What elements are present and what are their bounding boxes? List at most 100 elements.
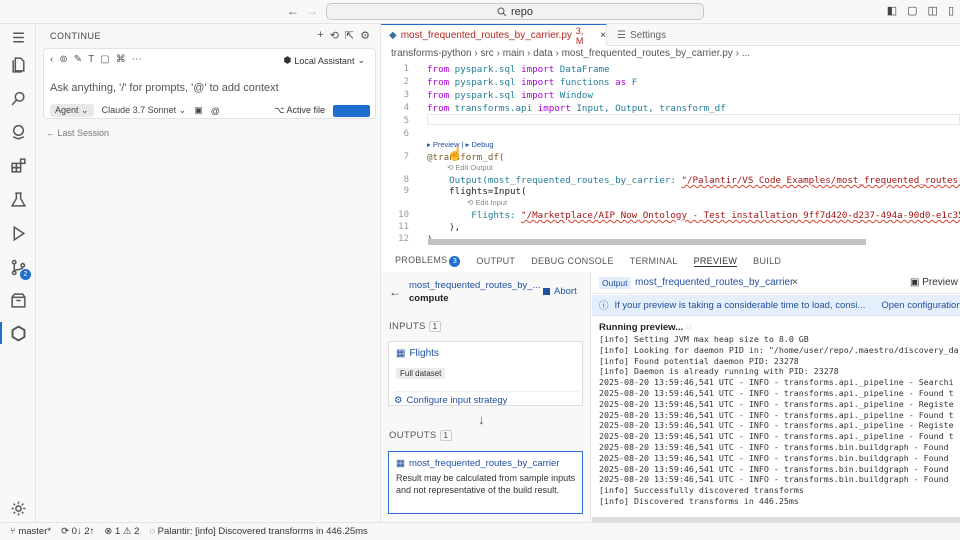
toggle-sidebar-icon[interactable]: ◧ xyxy=(887,4,897,17)
last-session-link[interactable]: ← Last Session xyxy=(46,128,109,138)
horizontal-scrollbar[interactable] xyxy=(428,239,866,245)
chat-input-box[interactable]: ‹ ⊚ ✎ T ▢ ⌘ ⋯ ⬢ Local Assistant ⌄ Ask an… xyxy=(43,48,376,119)
back-arrow-icon[interactable]: ← xyxy=(389,285,401,299)
sync-status[interactable]: ⟳ 0↓ 2↑ xyxy=(61,526,94,537)
mention-icon[interactable]: @ xyxy=(211,106,220,116)
tab-preview[interactable]: PREVIEW xyxy=(693,256,738,267)
agent-mode-selector[interactable]: Agent ⌄ xyxy=(50,104,94,117)
active-file-toggle[interactable]: ⌥ Active file xyxy=(274,105,325,116)
log-line: 2025-08-20 13:59:46,541 UTC - INFO - tra… xyxy=(599,452,949,463)
log-line: [info] Setting JVM max heap size to 8.0 … xyxy=(599,334,809,344)
run-debug-icon[interactable] xyxy=(7,222,29,244)
tab-debug-console[interactable]: DEBUG CONSOLE xyxy=(531,256,613,266)
more-icon[interactable]: ⋯ xyxy=(132,54,142,65)
panel-tab-bar: PROBLEMS 3 OUTPUT DEBUG CONSOLE TERMINAL … xyxy=(381,252,960,270)
forward-arrow-icon[interactable]: → xyxy=(305,4,319,18)
continue-icon[interactable] xyxy=(7,322,29,344)
mouse-cursor-icon: ☝ xyxy=(447,146,464,161)
configure-input-strategy-button[interactable]: ⚙ Configure input strategy xyxy=(394,391,579,406)
table-icon: ▦ xyxy=(396,348,406,359)
text-icon[interactable]: T xyxy=(88,54,94,65)
customize-layout-icon[interactable]: ▯ xyxy=(948,4,954,17)
log-line: 2025-08-20 13:59:46,541 UTC - INFO - tra… xyxy=(599,387,954,398)
active-indicator xyxy=(0,322,2,344)
tab-problems[interactable]: PROBLEMS 3 xyxy=(395,255,461,267)
source-control-icon[interactable]: 2 xyxy=(7,256,31,280)
files-icon[interactable] xyxy=(7,53,29,75)
current-line-highlight xyxy=(427,114,960,125)
input-dataset-name: Flights xyxy=(409,348,439,359)
preview-tab-bar: Output most_frequented_routes_by_carrier… xyxy=(592,272,960,294)
code-line-3: from pyspark.sql import Window xyxy=(427,90,593,101)
menu-icon[interactable] xyxy=(7,26,29,48)
tab-most-frequented-routes[interactable]: ◆ most_frequented_routes_by_carrier.py 3… xyxy=(381,24,607,46)
code-line-10: Flights: "/Marketplace/AIP Now Ontology … xyxy=(427,210,960,221)
log-line: 2025-08-20 13:59:46,541 UTC - INFO - tra… xyxy=(599,441,949,452)
new-session-icon[interactable]: + xyxy=(317,29,323,42)
problems-status[interactable]: ⊗ 1 ⚠ 2 xyxy=(104,526,139,537)
log-line: 2025-08-20 13:59:46,541 UTC - INFO - tra… xyxy=(599,377,954,388)
history-icon[interactable]: ⟲ xyxy=(330,29,339,42)
assistant-selector[interactable]: ⬢ Local Assistant ⌄ xyxy=(284,55,365,66)
preview-tab-name[interactable]: most_frequented_routes_by_carrier xyxy=(635,277,793,288)
code-icon[interactable]: ⌘ xyxy=(116,54,126,65)
pencil-icon[interactable]: ✎ xyxy=(74,54,82,65)
extensions-icon[interactable] xyxy=(7,154,29,176)
toggle-secondary-icon[interactable]: ◫ xyxy=(928,4,938,17)
code-line-2: from pyspark.sql import functions as F xyxy=(427,77,638,88)
abort-button[interactable]: Abort xyxy=(543,286,577,297)
table-icon: ▦ xyxy=(396,458,405,469)
chat-icon[interactable]: ▢ xyxy=(100,54,109,65)
codelens-edit-output[interactable]: ⟲ Edit Output xyxy=(447,163,493,172)
line-number: 3 xyxy=(403,90,409,100)
input-dataset-link[interactable]: ▦ Flights xyxy=(396,348,439,359)
preview-button[interactable]: ▣ Preview xyxy=(910,277,958,288)
tab-settings[interactable]: ☰ Settings xyxy=(611,24,666,46)
send-button[interactable] xyxy=(333,104,370,117)
code-editor[interactable]: 1 from pyspark.sql import DataFrame 2 fr… xyxy=(381,62,960,246)
output-dataset-link[interactable]: ▦ most_frequented_routes_by_carrier xyxy=(396,458,560,469)
package-icon[interactable] xyxy=(7,289,29,311)
tab-output[interactable]: OUTPUT xyxy=(476,256,515,266)
collapse-icon[interactable]: ‹ xyxy=(50,54,53,65)
search-icon[interactable] xyxy=(7,87,29,109)
tab-build[interactable]: BUILD xyxy=(753,256,781,266)
log-line: 2025-08-20 13:59:46,541 UTC - INFO - tra… xyxy=(599,420,954,431)
open-external-icon[interactable]: ⇱ xyxy=(345,29,354,42)
at-icon[interactable]: ⊚ xyxy=(59,54,67,65)
tab-terminal[interactable]: TERMINAL xyxy=(630,256,678,266)
log-line: 2025-08-20 13:59:46,541 UTC - INFO - tra… xyxy=(599,398,954,409)
settings-gear-icon[interactable] xyxy=(7,497,29,519)
build-job-name[interactable]: most_frequented_routes_by_... xyxy=(409,280,541,291)
back-arrow-icon[interactable]: ← xyxy=(286,4,300,18)
open-configuration-link[interactable]: Open configuration di xyxy=(881,300,960,311)
gear-icon[interactable]: ⚙ xyxy=(360,29,370,42)
flask-icon[interactable] xyxy=(7,188,29,210)
gear-icon: ⚙ xyxy=(394,395,403,406)
toggle-panel-icon[interactable]: ▢ xyxy=(907,4,917,17)
chevron-down-icon: ⌄ xyxy=(357,55,365,65)
line-number: 2 xyxy=(403,77,409,87)
chat-input-placeholder[interactable]: Ask anything, '/' for prompts, '@' to ad… xyxy=(50,82,279,94)
problems-count-badge: 3 xyxy=(449,256,461,267)
log-line: 2025-08-20 13:59:46,541 UTC - INFO - tra… xyxy=(599,474,949,485)
close-icon[interactable]: × xyxy=(792,277,798,288)
model-label: Claude 3.7 Sonnet xyxy=(101,105,177,115)
line-number: 12 xyxy=(398,234,409,244)
palantir-icon[interactable] xyxy=(7,120,29,142)
model-selector[interactable]: Claude 3.7 Sonnet ⌄ xyxy=(102,105,187,116)
last-session-label: Last Session xyxy=(57,128,110,138)
command-center-search[interactable]: repo xyxy=(326,3,704,20)
output-card[interactable]: ▦ most_frequented_routes_by_carrier Resul… xyxy=(388,451,583,514)
preview-label: Preview xyxy=(922,277,958,288)
attach-icon[interactable]: ▣ xyxy=(194,105,203,116)
close-icon[interactable]: × xyxy=(600,30,606,41)
preview-panel: Output most_frequented_routes_by_carrier… xyxy=(592,272,960,522)
codelens-edit-input[interactable]: ⟲ Edit Input xyxy=(467,198,507,207)
agent-label: Agent xyxy=(55,105,79,115)
branch-indicator[interactable]: ⑂ master* xyxy=(10,526,51,537)
breadcrumb[interactable]: transforms-python › src › main › data › … xyxy=(391,48,750,59)
log-line: [info] Daemon is already running with PI… xyxy=(599,366,839,377)
tab-label: most_frequented_routes_by_carrier.py xyxy=(400,30,572,41)
code-line-8: Output(most_frequented_routes_by_carrier… xyxy=(427,175,960,186)
